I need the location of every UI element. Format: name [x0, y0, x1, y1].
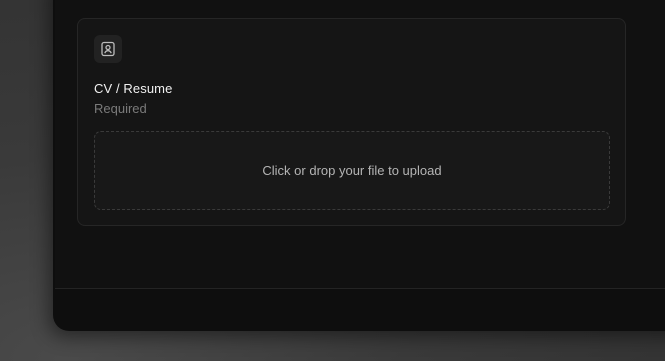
file-upload-dropzone[interactable]: Click or drop your file to upload	[94, 131, 610, 210]
required-label: Required	[94, 101, 147, 116]
upload-card-title: CV / Resume	[94, 81, 173, 96]
user-document-icon	[94, 35, 122, 63]
dropzone-label: Click or drop your file to upload	[262, 163, 442, 178]
upload-card-cv-resume: CV / Resume Required Click or drop your …	[77, 18, 626, 226]
